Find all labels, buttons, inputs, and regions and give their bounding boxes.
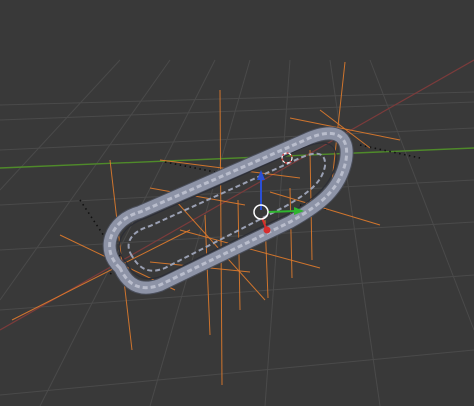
gizmo-x-handle[interactable]: [263, 226, 271, 234]
gizmo-y-axis[interactable]: [267, 210, 297, 213]
gizmo-z-arrow[interactable]: [257, 170, 265, 180]
viewport-scene[interactable]: [0, 0, 474, 406]
3d-viewport[interactable]: [0, 0, 474, 406]
floor-grid: [0, 59, 474, 406]
x-axis-line: [0, 59, 474, 331]
armature-bones: [11, 61, 401, 386]
chain-track-object[interactable]: [102, 126, 354, 295]
